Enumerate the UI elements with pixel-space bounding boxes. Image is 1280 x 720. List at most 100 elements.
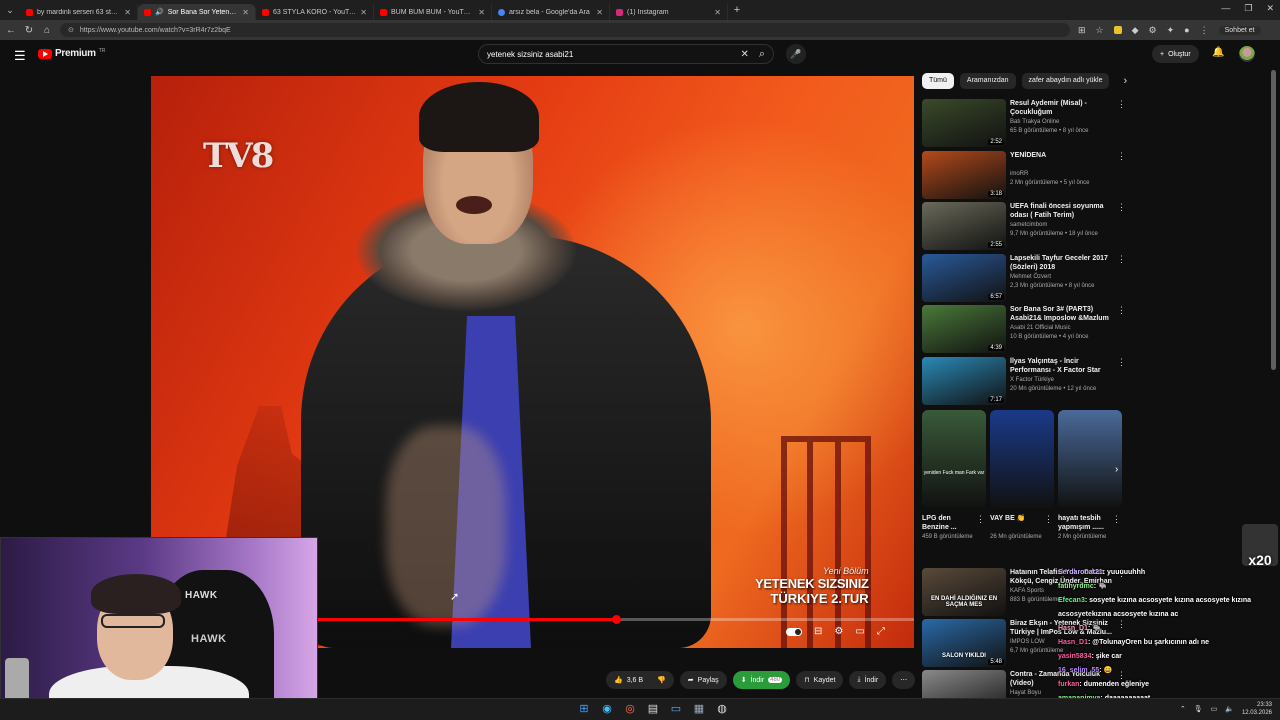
app-icon[interactable]: ▦ [692, 702, 706, 716]
settings-gear-icon[interactable]: ⚙ [834, 626, 843, 637]
channel-name[interactable]: Hayat Boyu [1010, 690, 1041, 696]
clock[interactable]: 23:33 12.03.2026 [1242, 701, 1272, 717]
youtube-logo[interactable]: Premium TR [38, 48, 105, 59]
obs-icon[interactable]: ◍ [715, 702, 729, 716]
close-tab-icon[interactable]: ✕ [714, 8, 721, 17]
windows-start-icon[interactable]: ⊞ [577, 702, 591, 716]
more-options-icon[interactable]: ⋮ [1117, 357, 1126, 368]
chat-username[interactable]: Efecan3 [1058, 597, 1085, 604]
video-thumbnail[interactable]: 3:18 [922, 150, 1006, 199]
home-icon[interactable]: ⌂ [42, 25, 52, 36]
short-title[interactable]: LPG den Benzine ... [922, 514, 978, 532]
notifications-icon[interactable]: 🔔 [1212, 47, 1224, 58]
recommendation-item[interactable]: 2:52 Resul Aydemir (Misal) - Çocukluğum Ba… [922, 99, 1128, 147]
short-thumbnail-2[interactable] [1058, 410, 1122, 508]
page-scrollbar[interactable] [1271, 70, 1276, 370]
menu-dots-icon[interactable]: ⋮ [1200, 25, 1209, 36]
chat-username[interactable]: Serdaronat21 [1058, 569, 1103, 576]
short-more-icon[interactable]: ⋮ [976, 514, 985, 525]
channel-name[interactable]: X Factor Türkiye [1010, 377, 1054, 383]
new-tab-button[interactable]: + [728, 4, 746, 16]
save-button[interactable]: ⊓ Kaydet [796, 671, 844, 689]
puzzle-icon[interactable]: ✦ [1167, 25, 1175, 36]
browser-tab-1[interactable]: 🔊 Sor Bana Sor Yetenek Sizsiniz ✕ [138, 4, 256, 20]
chat-username[interactable]: Hasn_D1 [1058, 639, 1088, 646]
close-window-icon[interactable]: ✕ [1266, 3, 1274, 14]
search-icon[interactable]: ⌕ [759, 48, 765, 61]
short-thumbnail-0[interactable]: yeniden Fuck man Fark var [922, 410, 986, 508]
chevron-up-icon[interactable]: ⌃ [1180, 705, 1186, 713]
browser-tab-5[interactable]: (1) Instagram ✕ [610, 4, 728, 20]
short-more-icon[interactable]: ⋮ [1112, 514, 1121, 525]
video-title[interactable]: YENİDENA [1010, 151, 1116, 160]
translate-icon[interactable]: ⊞ [1078, 25, 1086, 36]
chip-from-search[interactable]: Aramanızdan [959, 73, 1016, 89]
chevron-right-icon[interactable]: › [1123, 75, 1127, 87]
video-thumbnail[interactable]: EN DAHİ ALDIĞINIZ EN SAÇMA MES [922, 568, 1006, 616]
extension-icon[interactable] [1113, 26, 1122, 34]
volume-icon[interactable]: 🔈 [1225, 705, 1234, 713]
chat-username[interactable]: fatihyrdmc [1058, 583, 1094, 590]
like-button[interactable]: 👍 3,6 B 👎 [606, 671, 674, 689]
video-thumbnail[interactable]: SALON YIKILDI 5:48 [922, 619, 1006, 667]
browser-tab-2[interactable]: 63 STYLA KORO - YouTube ✕ [256, 4, 374, 20]
more-options-icon[interactable]: ⋮ [1117, 305, 1126, 316]
sohbet-button[interactable]: Sohbet et [1218, 25, 1261, 35]
recommendation-item[interactable]: 4:39 Sor Bana Sor 3# (PART3) Asabi21& Imp… [922, 305, 1128, 353]
short-more-icon[interactable]: ⋮ [1044, 514, 1053, 525]
browser-tab-3[interactable]: BUM BUM BUM - YouTube ✕ [374, 4, 492, 20]
extension-icon[interactable]: ⚙ [1149, 25, 1157, 36]
close-tab-icon[interactable]: ✕ [596, 8, 603, 17]
chat-username[interactable]: Hasn_D1 [1058, 625, 1088, 632]
site-info-icon[interactable]: ⊙ [68, 26, 74, 34]
more-options-icon[interactable]: ⋮ [1117, 99, 1126, 110]
channel-name[interactable]: IMPOS LOW [1010, 639, 1045, 645]
autoplay-toggle[interactable] [786, 627, 802, 636]
channel-name[interactable]: KAFA Sports [1010, 588, 1044, 594]
channel-name[interactable]: Batı Trakya Online [1010, 119, 1059, 125]
browser-tab-4[interactable]: arsız bela - Google'da Ara ✕ [492, 4, 610, 20]
tab-search-icon[interactable]: ⌄ [0, 5, 20, 16]
theater-mode-icon[interactable]: ▭ [855, 626, 864, 637]
more-options-icon[interactable]: ⋮ [1117, 202, 1126, 213]
extension-download-button[interactable]: ⬇ İndir 480 [732, 671, 791, 689]
video-thumbnail[interactable]: 4:39 [922, 305, 1006, 353]
bookmark-star-icon[interactable]: ☆ [1096, 25, 1104, 36]
reload-icon[interactable]: ↻ [24, 25, 34, 36]
close-tab-icon[interactable]: ✕ [360, 8, 367, 17]
thumbs-down-icon[interactable]: 👎 [657, 676, 666, 684]
close-tab-icon[interactable]: ✕ [242, 8, 249, 17]
video-thumbnail[interactable]: 2:52 [922, 99, 1006, 147]
video-title[interactable]: Lapsekili Tayfur Geceler 2017 (Sözleri) … [1010, 254, 1116, 272]
recommendation-item[interactable]: 2:55 UEFA finali öncesi soyunma odası ( F… [922, 202, 1128, 250]
chrome-icon[interactable]: ◎ [623, 702, 637, 716]
maximize-icon[interactable]: ❐ [1244, 3, 1252, 14]
channel-name[interactable]: imoRR [1010, 171, 1028, 177]
create-button[interactable]: + Oluştur [1152, 45, 1199, 63]
mic-tray-icon[interactable]: 🎙 [1194, 705, 1203, 713]
chip-all[interactable]: Tümü [922, 73, 954, 89]
guide-menu-icon[interactable]: ☰ [14, 48, 26, 64]
video-thumbnail[interactable]: 6:57 [922, 253, 1006, 302]
recommendation-item[interactable]: 3:18 YENİDENA imoRR 2 Mn görüntüleme • 5 yı… [922, 150, 1128, 199]
recommendation-item[interactable]: 6:57 Lapsekili Tayfur Geceler 2017 (Sözle… [922, 253, 1128, 302]
short-title[interactable]: VAY BE 👏 [990, 514, 1046, 523]
subtitles-icon[interactable]: ⊟ [814, 626, 822, 637]
video-thumbnail[interactable]: 7:17 [922, 356, 1006, 405]
clear-search-icon[interactable]: ✕ [740, 49, 748, 60]
short-title[interactable]: hayatı tesbih yapmışım ...... [1058, 514, 1114, 532]
video-title[interactable]: İlyas Yalçıntaş - İncir Performansı - X … [1010, 357, 1116, 375]
edge-icon[interactable]: ◉ [600, 702, 614, 716]
video-thumbnail[interactable]: 2:55 [922, 202, 1006, 250]
minimize-icon[interactable]: — [1221, 3, 1230, 14]
file-explorer-icon[interactable]: ▭ [669, 702, 683, 716]
browser-tab-0[interactable]: by mardinli serseri 63 style indir - ✕ [20, 4, 138, 20]
speaker-icon[interactable]: 🔊 [155, 8, 164, 16]
address-bar[interactable]: ⊙ https://www.youtube.com/watch?v=3rR4r7… [60, 23, 1070, 37]
channel-name[interactable]: Asabi 21 Official Music [1010, 325, 1071, 331]
shorts-next-icon[interactable]: › [1115, 464, 1118, 475]
chat-username[interactable]: yasin5834 [1058, 653, 1091, 660]
close-tab-icon[interactable]: ✕ [124, 8, 131, 17]
video-title[interactable]: Resul Aydemir (Misal) - Çocukluğum [1010, 99, 1116, 117]
channel-name[interactable]: Mehmet Özvert [1010, 274, 1051, 280]
